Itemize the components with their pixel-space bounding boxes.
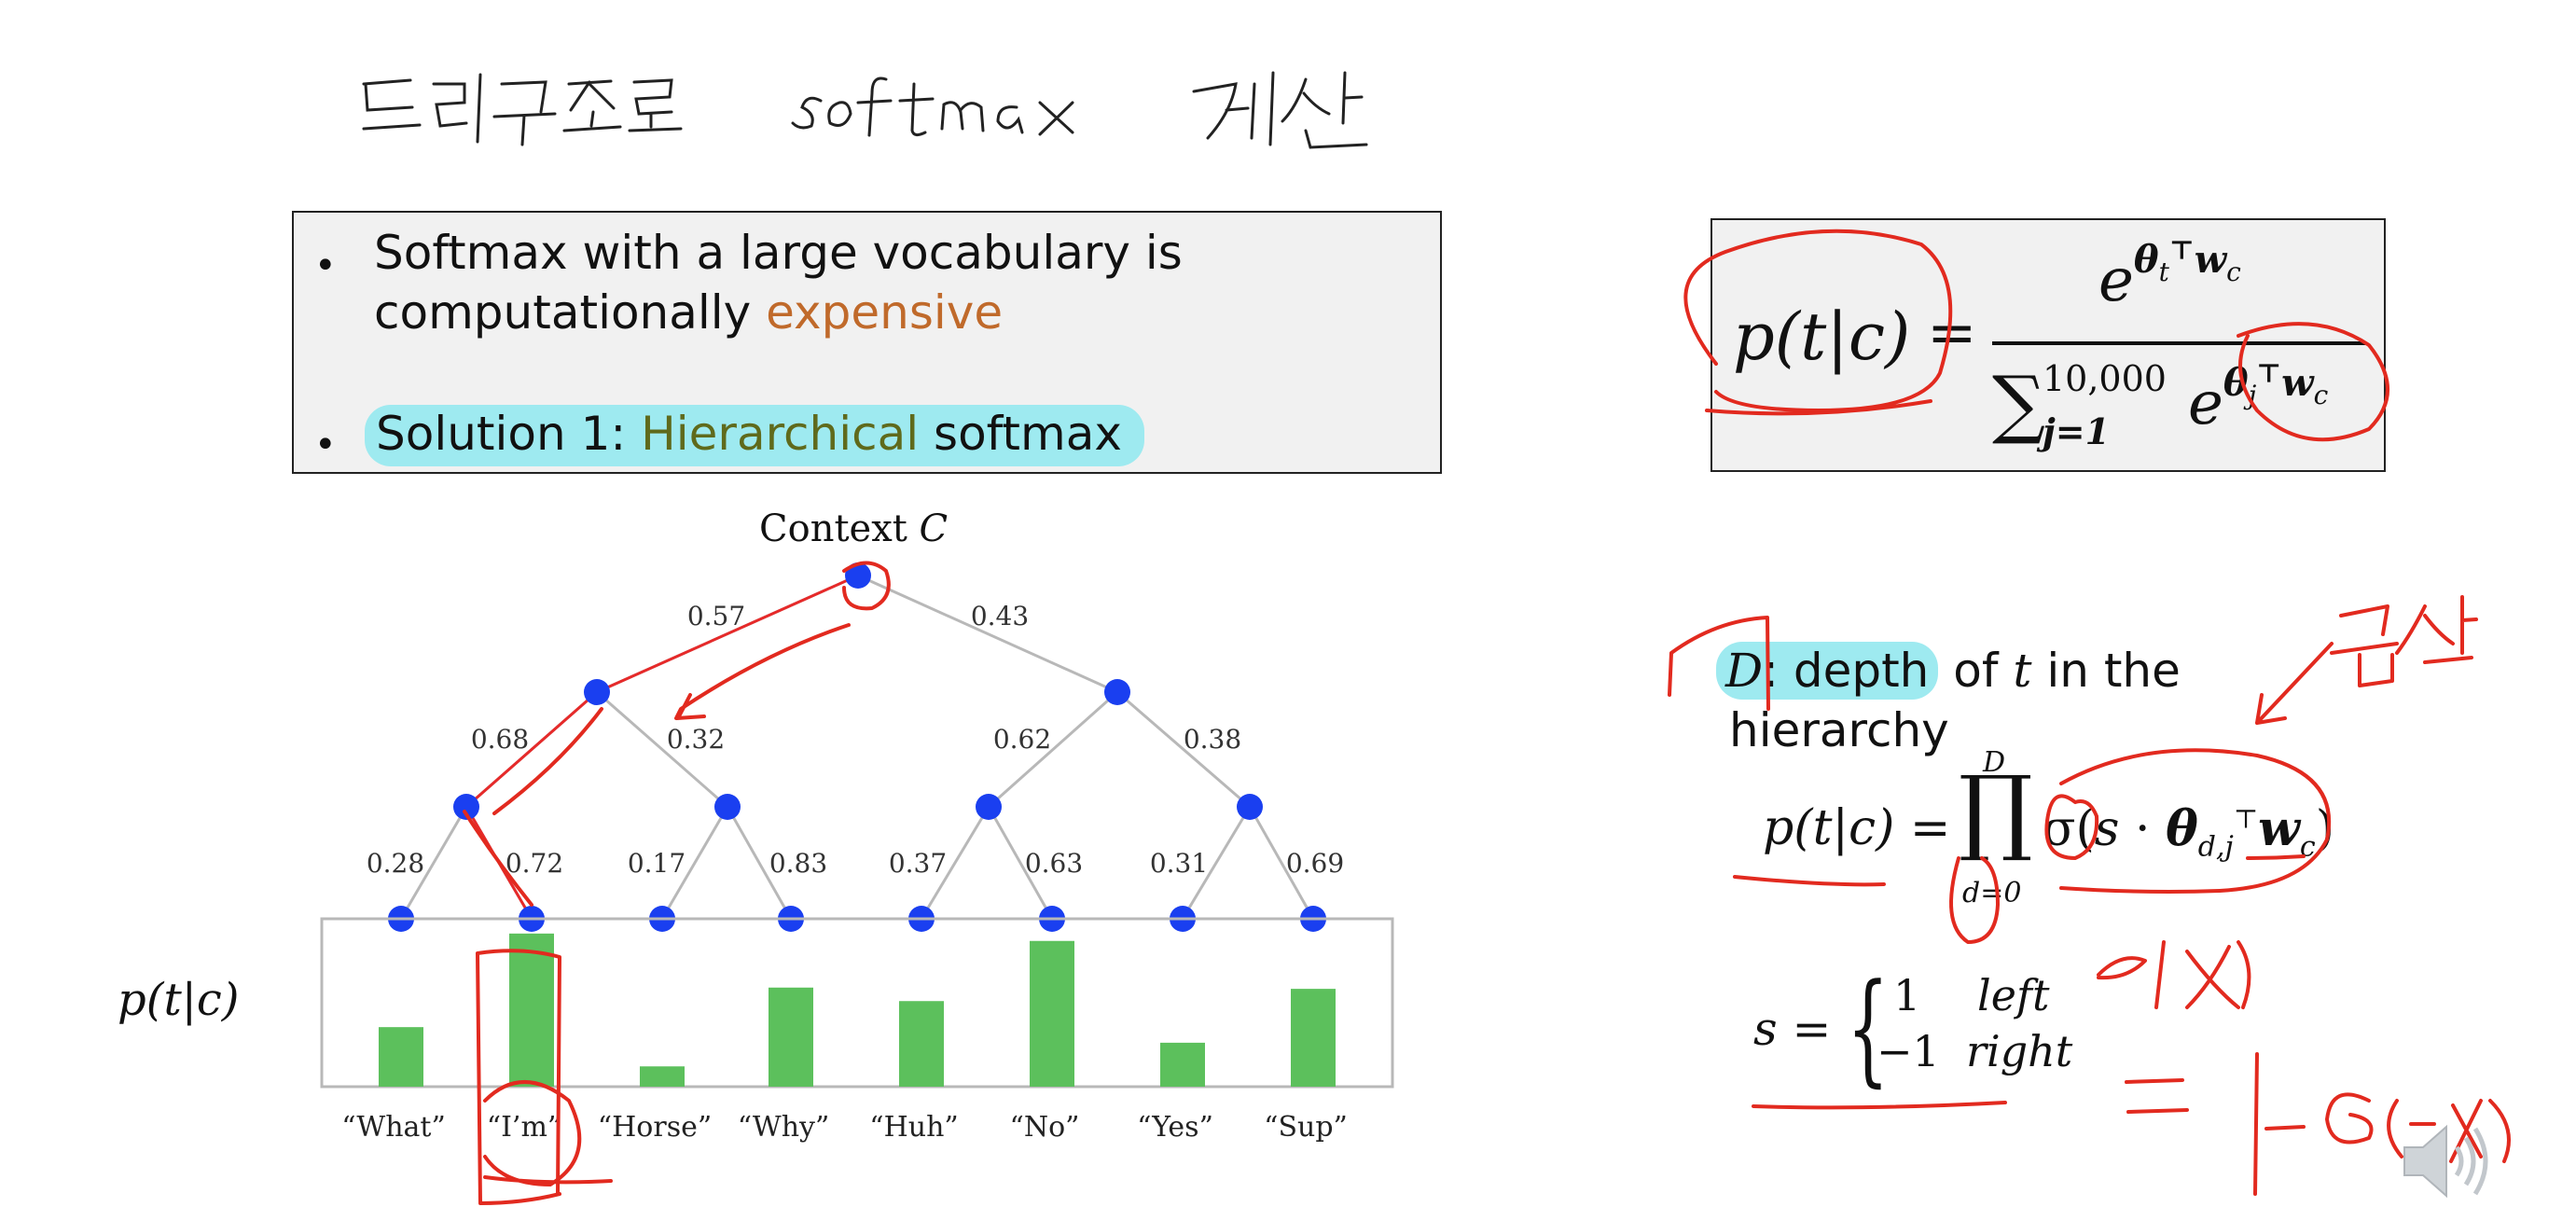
annotation-circle-s	[2044, 794, 2099, 860]
red-annotations	[463, 229, 2511, 1205]
annotation-circle-im	[483, 1080, 613, 1186]
annotation-circle-wc	[2237, 322, 2389, 442]
annotation-underline-s	[1752, 1101, 2007, 1110]
annotation-circle-sigma-term	[2059, 748, 2332, 894]
annotation-sigma-x	[2097, 940, 2251, 1009]
annotation-circle-lhs	[1683, 229, 1953, 412]
annotation-stroke-left-branch	[492, 707, 603, 815]
annotation-box-d	[1668, 616, 1770, 711]
annotation-multiply-strokes	[2330, 595, 2478, 687]
annotation-arrow-multiply	[2255, 642, 2334, 725]
annotation-arrow-left	[674, 623, 851, 720]
annotation-circle-root	[842, 561, 891, 611]
annotation-circle-product-bottom	[1949, 856, 2000, 944]
annotation-stroke-leaf	[463, 810, 533, 907]
speaker-icon[interactable]	[2395, 1119, 2507, 1203]
annotation-underline-p	[1733, 875, 1886, 887]
annotation-underline-w	[2246, 854, 2306, 860]
